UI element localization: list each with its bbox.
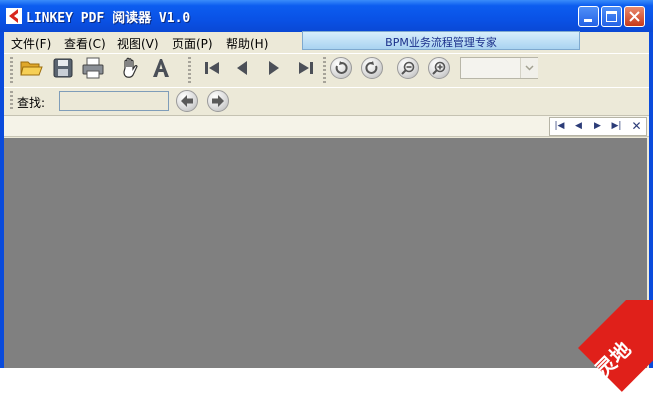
zoom-in-button[interactable] <box>428 57 450 79</box>
mini-last-page-icon[interactable]: ▶| <box>607 118 626 135</box>
rotate-right-button[interactable] <box>361 57 383 79</box>
zoom-in-icon <box>432 61 446 75</box>
text-select-icon[interactable] <box>149 56 173 80</box>
save-icon[interactable] <box>51 56 75 80</box>
mini-first-page-icon[interactable]: |◀ <box>550 118 569 135</box>
find-input[interactable] <box>59 91 169 111</box>
app-logo-icon <box>6 8 22 24</box>
find-previous-button[interactable] <box>176 90 198 112</box>
zoom-out-button[interactable] <box>397 57 419 79</box>
next-page-icon[interactable] <box>262 56 286 80</box>
promo-banner[interactable]: BPM业务流程管理专家 <box>302 31 580 50</box>
corner-badge: 灵地 <box>560 300 653 420</box>
window-title: LINKEY PDF 阅读器 V1.0 <box>26 11 191 26</box>
maximize-icon <box>606 11 617 22</box>
rotate-left-icon <box>335 61 348 74</box>
toolbar-grip[interactable] <box>10 57 13 83</box>
first-page-icon[interactable] <box>200 56 224 80</box>
close-icon <box>629 11 640 22</box>
toolbar-grip[interactable] <box>10 91 13 111</box>
toolbar-grip[interactable] <box>323 57 326 83</box>
find-label: 查找: <box>17 96 46 110</box>
zoom-dropdown-button[interactable] <box>520 58 538 78</box>
close-button[interactable] <box>624 6 645 27</box>
menu-view-c[interactable]: 查看(C) <box>64 35 106 52</box>
last-page-icon[interactable] <box>294 56 318 80</box>
rotate-right-icon <box>365 61 378 74</box>
minimize-icon <box>584 19 592 22</box>
mini-close-icon[interactable]: ✕ <box>627 118 646 135</box>
hand-tool-icon[interactable] <box>118 56 142 80</box>
print-icon[interactable] <box>81 56 105 80</box>
previous-page-icon[interactable] <box>230 56 254 80</box>
menu-help[interactable]: 帮助(H) <box>226 35 268 52</box>
minimize-button[interactable] <box>578 6 599 27</box>
mini-previous-page-icon[interactable]: ◀ <box>569 118 588 135</box>
zoom-out-icon <box>401 61 415 75</box>
document-view[interactable] <box>4 138 647 368</box>
promo-banner-text: BPM业务流程管理专家 <box>385 36 497 49</box>
arrow-right-icon <box>212 95 224 107</box>
menu-page[interactable]: 页面(P) <box>172 35 213 52</box>
mini-next-page-icon[interactable]: ▶ <box>588 118 607 135</box>
find-next-button[interactable] <box>207 90 229 112</box>
maximize-button[interactable] <box>601 6 622 27</box>
open-folder-icon[interactable] <box>19 56 43 80</box>
menu-file[interactable]: 文件(F) <box>11 35 51 52</box>
chevron-down-icon <box>525 65 534 71</box>
rotate-left-button[interactable] <box>330 57 352 79</box>
menu-view[interactable]: 视图(V) <box>117 35 159 52</box>
arrow-left-icon <box>181 95 193 107</box>
toolbar-grip[interactable] <box>188 57 191 83</box>
